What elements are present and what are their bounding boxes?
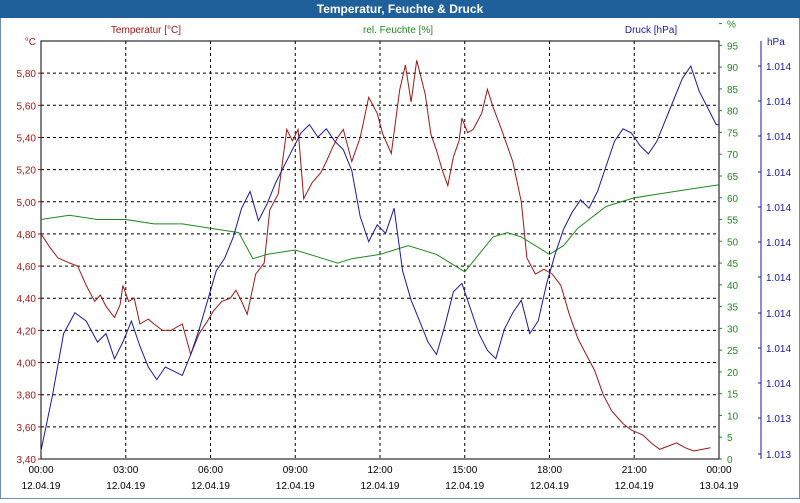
left-axis-tick-label: 4,80 [17, 230, 37, 241]
series-line [40, 60, 711, 452]
pressure-axis-tick-label: 1.014 [766, 344, 791, 355]
x-tick-label-date: 13.04.19 [700, 481, 739, 492]
left-axis-tick-label: 5,20 [17, 166, 37, 177]
humidity-axis-tick-label: 25 [727, 346, 739, 357]
chart-title: Temperatur, Feuchte & Druck [0, 0, 800, 18]
left-axis-unit: °C [25, 37, 36, 48]
humidity-axis-tick-label: 75 [727, 128, 739, 139]
pressure-axis-tick-label: 1.014 [766, 97, 791, 108]
humidity-axis-tick-label: 90 [727, 63, 739, 74]
humidity-axis-tick-label: 15 [727, 390, 739, 401]
x-tick-label-date: 12.04.19 [22, 481, 61, 492]
humidity-axis-tick-label: 30 [727, 324, 739, 335]
pressure-axis-tick-label: 1.014 [766, 62, 791, 73]
humidity-axis-tick-label: 20 [727, 368, 739, 379]
left-axis-tick-label: 3,40 [17, 455, 37, 466]
pressure-axis-tick-label: 1.014 [766, 238, 791, 249]
x-tick-label-time: 15:00 [452, 465, 477, 476]
humidity-axis-tick-label: 5 [727, 433, 733, 444]
x-tick-label-time: 06:00 [198, 465, 223, 476]
x-tick-label-date: 12.04.19 [106, 481, 145, 492]
x-tick-label-time: 18:00 [537, 465, 562, 476]
pressure-axis-tick-label: 1.014 [766, 168, 791, 179]
humidity-axis-tick-label: 40 [727, 281, 739, 292]
humidity-axis-tick-label: 55 [727, 216, 739, 227]
chart-svg: 00:00 12.04.19 03:00 12.04.19 06:00 12.04.19 0… [17, 20, 792, 492]
x-tick-label-date: 12.04.19 [191, 481, 230, 492]
pressure-axis-tick-label: 1.014 [766, 203, 791, 214]
humidity-axis-tick-label: 85 [727, 85, 739, 96]
left-axis-tick-label: 5,00 [17, 198, 37, 209]
x-tick-label-date: 12.04.19 [445, 481, 484, 492]
x-tick-label-date: 12.04.19 [530, 481, 569, 492]
pressure-axis-tick-label: 1.013 [766, 414, 791, 425]
x-tick-label-date: 12.04.19 [361, 481, 400, 492]
series-legend-label: Druck [hPa] [625, 25, 677, 36]
pressure-axis-tick-label: 1.013 [766, 450, 791, 461]
pressure-axis-tick-label: 1.014 [766, 132, 791, 143]
x-tick-label-date: 12.04.19 [276, 481, 315, 492]
pressure-axis-tick-label: 1.014 [766, 379, 791, 390]
humidity-axis-tick-label: 35 [727, 303, 739, 314]
left-axis-tick-label: 4,60 [17, 262, 37, 273]
humidity-axis-tick-label: 60 [727, 194, 739, 205]
humidity-axis-tick-label: 95 [727, 41, 739, 52]
humidity-axis-tick-label: 45 [727, 259, 739, 270]
left-axis-tick-label: 5,40 [17, 133, 37, 144]
humidity-axis-tick-label: 65 [727, 172, 739, 183]
humidity-axis-tick-label: 70 [727, 150, 739, 161]
left-axis-tick-label: 3,80 [17, 391, 37, 402]
x-tick-label-time: 09:00 [283, 465, 308, 476]
humidity-axis-tick-label: % [727, 20, 736, 31]
x-tick-label-date: 12.04.19 [615, 481, 654, 492]
x-tick-label-time: 00:00 [28, 465, 53, 476]
pressure-axis-tick-label: 1.014 [766, 273, 791, 284]
humidity-axis-tick-label: 0 [727, 455, 733, 466]
humidity-axis-tick-label: 80 [727, 107, 739, 118]
left-axis-tick-label: 5,60 [17, 101, 37, 112]
left-axis-tick-label: 5,80 [17, 69, 37, 80]
left-axis-tick-label: 4,00 [17, 359, 37, 370]
chart-frame: 00:00 12.04.19 03:00 12.04.19 06:00 12.04.19 0… [0, 18, 800, 499]
left-axis-tick-label: 3,60 [17, 423, 37, 434]
pressure-axis-unit: hPa [767, 37, 785, 48]
series-legend-label: Temperatur [°C] [111, 25, 181, 36]
series-legend-label: rel. Feuchte [%] [363, 25, 433, 36]
x-tick-label-time: 21:00 [622, 465, 647, 476]
pressure-axis-tick-label: 1.014 [766, 309, 791, 320]
humidity-axis-tick-label: 50 [727, 237, 739, 248]
left-axis-tick-label: 4,40 [17, 294, 37, 305]
left-axis-tick-label: 4,20 [17, 326, 37, 337]
x-tick-label-time: 12:00 [367, 465, 392, 476]
x-tick-label-time: 03:00 [113, 465, 138, 476]
humidity-axis-tick-label: 10 [727, 411, 739, 422]
x-tick-label-time: 00:00 [706, 465, 731, 476]
